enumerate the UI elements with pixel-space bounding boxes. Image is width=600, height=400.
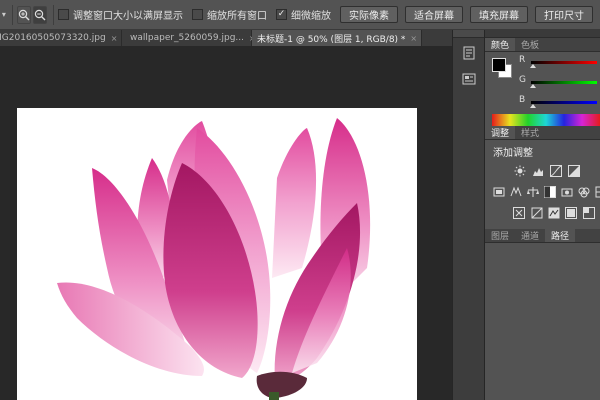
right-panel-dock: 颜色 色板 R G B 调整 样式 添加调整 图层 通道 路径 [485,30,600,400]
gradient-map-icon[interactable] [565,206,578,219]
hue-saturation-icon[interactable] [510,185,522,198]
panel-grip[interactable] [485,30,600,38]
color-lookup-icon[interactable] [595,185,600,198]
tab-document-1[interactable]: MG20160505073320.jpg × [0,30,122,46]
adjustment-row-1 [513,160,600,181]
red-track[interactable] [531,61,597,64]
slider-knob-icon[interactable] [530,104,536,108]
color-panel-tabs: 颜色 色板 [485,38,600,52]
zoom-in-button[interactable] [16,5,31,24]
adjustments-panel-tabs: 调整 样式 [485,126,600,140]
blue-slider[interactable]: B [519,95,599,108]
canvas-workspace[interactable] [0,46,452,400]
options-bar: ▾ 调整窗口大小以满屏显示 缩放所有窗口 ✓ 细微缩放 实际像素 适合屏幕 填充… [0,0,600,30]
resize-windows-checkbox[interactable]: 调整窗口大小以满屏显示 [57,7,183,22]
properties-icon [462,73,475,85]
document-canvas[interactable] [17,108,417,400]
posterize-icon[interactable] [530,206,543,219]
properties-panel-button[interactable] [458,68,480,90]
resize-windows-label: 调整窗口大小以满屏显示 [72,11,183,22]
tab-title: wallpaper_5260059.jpg... [130,33,245,43]
panel-grip[interactable] [453,30,484,38]
tab-document-2[interactable]: wallpaper_5260059.jpg... × [122,30,256,46]
adjustment-icon-grid [485,158,600,223]
tab-styles[interactable]: 样式 [515,126,545,139]
tab-channels[interactable]: 通道 [515,229,545,242]
history-icon [463,46,474,60]
levels-icon[interactable] [531,164,544,177]
fit-screen-button[interactable]: 适合屏幕 [404,6,463,23]
checkbox-box[interactable] [191,9,203,20]
actual-pixels-button[interactable]: 实际像素 [339,6,398,23]
selective-color-icon[interactable] [582,206,595,219]
foreground-color-swatch[interactable] [492,58,506,72]
divider [53,4,54,25]
collapsed-panel-column [452,30,485,400]
tool-preset-chevron-icon[interactable]: ▾ [0,0,8,30]
tab-title: 未标题-1 @ 50% (图层 1, RGB/8) * [257,34,406,45]
black-white-icon[interactable] [544,185,556,198]
checkbox-box[interactable] [57,9,69,20]
blue-track[interactable] [531,101,597,104]
scrubby-zoom-label: 细微缩放 [290,11,331,22]
tab-swatches[interactable]: 色板 [515,38,545,51]
zoom-out-icon [34,9,46,20]
exposure-icon[interactable] [567,164,580,177]
adjustment-row-2 [493,181,600,202]
zoom-all-windows-checkbox[interactable]: 缩放所有窗口 [191,7,267,22]
color-balance-icon[interactable] [527,185,539,198]
history-panel-button[interactable] [458,42,480,64]
tab-layers[interactable]: 图层 [485,229,515,242]
tab-document-3-active[interactable]: 未标题-1 @ 50% (图层 1, RGB/8) * × [252,30,423,46]
adjustment-row-3 [513,202,600,223]
layers-panel-tabs: 图层 通道 路径 [485,229,600,243]
lotus-flower-image [57,118,371,400]
red-label: R [519,55,526,65]
close-icon[interactable]: × [111,34,118,43]
slider-knob-icon[interactable] [530,64,536,68]
fill-screen-button[interactable]: 填充屏幕 [469,6,528,23]
slider-knob-icon[interactable] [530,84,536,88]
color-spectrum-bar[interactable] [492,114,600,126]
brightness-contrast-icon[interactable] [513,164,526,177]
divider [11,4,13,25]
red-slider[interactable]: R [519,55,599,68]
color-panel: R G B [485,52,600,126]
tab-title: MG20160505073320.jpg [0,33,106,43]
paths-panel-body [485,243,600,383]
add-adjustment-title: 添加调整 [493,148,533,159]
blue-label: B [519,95,526,105]
zoom-in-icon [18,9,30,20]
tab-paths[interactable]: 路径 [545,229,576,242]
curves-icon[interactable] [549,164,562,177]
invert-icon[interactable] [513,206,526,219]
vibrance-icon[interactable] [493,185,505,198]
zoom-all-windows-label: 缩放所有窗口 [206,11,267,22]
tab-adjustments[interactable]: 调整 [485,126,516,139]
green-slider[interactable]: G [519,75,599,88]
channel-mixer-icon[interactable] [578,185,590,198]
threshold-icon[interactable] [548,206,560,219]
document-tab-bar: MG20160505073320.jpg × wallpaper_5260059… [0,30,452,46]
print-size-button[interactable]: 打印尺寸 [534,6,593,23]
green-label: G [519,75,526,85]
green-track[interactable] [531,81,597,84]
scrubby-zoom-checkbox[interactable]: ✓ 细微缩放 [275,7,331,22]
tab-color[interactable]: 颜色 [485,38,516,51]
checkmark-icon[interactable]: ✓ [275,9,287,20]
zoom-out-button[interactable] [32,5,48,24]
photo-filter-icon[interactable] [561,185,573,198]
close-icon[interactable]: × [410,34,417,43]
